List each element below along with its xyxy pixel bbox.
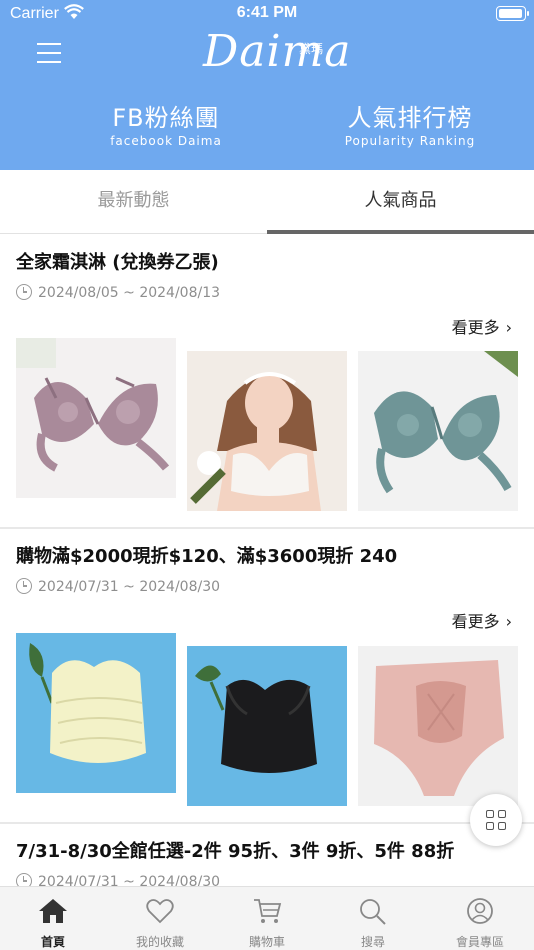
clock-icon	[16, 578, 32, 594]
menu-button[interactable]	[37, 43, 61, 65]
promo-card[interactable]: 購物滿$2000現折$120、滿$3600現折 240 2024/07/31 ~…	[0, 530, 534, 822]
fb-link-title: FB粉絲團	[112, 104, 220, 132]
promo-title: 7/31-8/30全館任選-2件 95折、3件 9折、5件 88折	[16, 841, 455, 862]
fb-fanpage-link[interactable]: FB粉絲團 facebook Daima	[66, 103, 266, 148]
product-thumbnail[interactable]	[187, 351, 347, 511]
chevron-right-icon: ›	[505, 612, 512, 631]
content-tabs: 最新動態 人氣商品	[0, 170, 534, 234]
ranking-link-subtitle: Popularity Ranking	[344, 134, 476, 148]
promo-card[interactable]: 7/31-8/30全館任選-2件 95折、3件 9折、5件 88折 2024/0…	[0, 825, 534, 886]
clock-icon	[16, 284, 32, 300]
category-grid-button[interactable]	[470, 794, 522, 846]
logo-text: Daima	[203, 26, 352, 77]
fb-link-subtitle: facebook Daima	[110, 134, 222, 148]
promo-title: 全家霜淇淋 (兌換券乙張)	[16, 252, 219, 273]
nav-search[interactable]: 搜尋	[320, 887, 426, 950]
nav-label: 搜尋	[360, 935, 385, 949]
ranking-link-title: 人氣排行榜	[347, 104, 473, 132]
promo-date: 2024/07/31 ~ 2024/08/30	[16, 873, 220, 886]
product-thumbnail[interactable]	[187, 646, 347, 806]
see-more-link[interactable]: 看更多 ›	[452, 314, 512, 338]
tab-latest-news[interactable]: 最新動態	[0, 170, 267, 234]
heart-icon	[146, 899, 174, 924]
status-time: 6:41 PM	[236, 4, 298, 21]
clock-icon	[16, 873, 32, 886]
logo-subtext: 黛瑪	[299, 42, 324, 56]
promo-date: 2024/08/05 ~ 2024/08/13	[16, 284, 220, 301]
product-thumbnail[interactable]	[16, 633, 176, 793]
nav-label: 我的收藏	[135, 935, 184, 949]
section-divider	[0, 527, 534, 529]
nav-label: 購物車	[248, 935, 285, 949]
product-thumbnail[interactable]	[358, 646, 518, 806]
nav-home[interactable]: 首頁	[0, 887, 106, 950]
promo-card[interactable]: 全家霜淇淋 (兌換券乙張) 2024/08/05 ~ 2024/08/13 看更…	[0, 236, 534, 528]
tab-popular-products[interactable]: 人氣商品	[267, 170, 534, 234]
product-thumbnail[interactable]	[16, 338, 176, 498]
brand-logo: Daima 黛瑪	[203, 26, 351, 82]
app-header: Carrier 6:41 PM Daima 黛瑪 FB粉絲團 facebook …	[0, 0, 534, 170]
home-icon	[39, 899, 67, 923]
user-icon	[467, 898, 493, 924]
popularity-ranking-link[interactable]: 人氣排行榜 Popularity Ranking	[310, 103, 510, 148]
battery-icon	[496, 6, 529, 21]
bottom-navigation: 首頁 我的收藏 購物車 搜尋 會員專區	[0, 886, 534, 950]
nav-favorites[interactable]: 我的收藏	[107, 887, 213, 950]
section-divider	[0, 822, 534, 824]
search-icon	[360, 899, 386, 925]
nav-label: 首頁	[40, 935, 65, 949]
promo-title: 購物滿$2000現折$120、滿$3600現折 240	[16, 546, 398, 567]
active-tab-indicator	[267, 230, 534, 234]
nav-cart[interactable]: 購物車	[214, 887, 320, 950]
see-more-link[interactable]: 看更多 ›	[452, 608, 512, 632]
product-thumbnail[interactable]	[358, 351, 518, 511]
chevron-right-icon: ›	[505, 318, 512, 337]
cart-icon	[254, 899, 282, 923]
nav-member[interactable]: 會員專區	[427, 887, 533, 950]
nav-label: 會員專區	[455, 935, 504, 949]
promo-date: 2024/07/31 ~ 2024/08/30	[16, 578, 220, 595]
